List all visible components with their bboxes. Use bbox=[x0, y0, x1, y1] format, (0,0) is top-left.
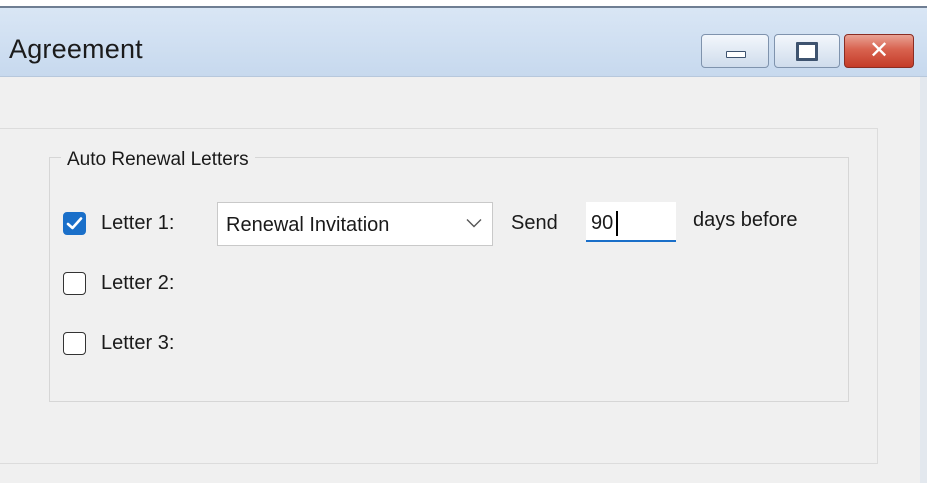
days-before-input[interactable]: 90 bbox=[586, 202, 676, 242]
letter-2-checkbox[interactable] bbox=[63, 272, 86, 295]
window-title: Agreement bbox=[9, 34, 143, 64]
send-label: Send bbox=[511, 212, 558, 234]
letter-3-label: Letter 3: bbox=[101, 332, 175, 354]
window-top-edge bbox=[0, 0, 927, 8]
days-before-value: 90 bbox=[591, 212, 614, 234]
chevron-down-icon bbox=[466, 219, 482, 228]
letter-3-checkbox[interactable] bbox=[63, 332, 86, 355]
text-caret bbox=[616, 211, 618, 236]
close-button[interactable]: ✕ bbox=[844, 34, 914, 68]
groupbox-title: Auto Renewal Letters bbox=[61, 148, 255, 172]
days-before-label: days before bbox=[693, 209, 798, 231]
letter-1-label: Letter 1: bbox=[101, 212, 175, 234]
close-icon: ✕ bbox=[868, 37, 890, 64]
minimize-icon bbox=[726, 51, 746, 58]
title-bar[interactable]: Agreement ✕ bbox=[0, 8, 927, 77]
checkmark-icon bbox=[66, 217, 83, 230]
letter-1-template-value: Renewal Invitation bbox=[226, 214, 390, 236]
maximize-icon bbox=[796, 42, 818, 61]
maximize-button[interactable] bbox=[774, 34, 840, 68]
letter-1-template-select[interactable]: Renewal Invitation bbox=[217, 202, 493, 246]
window-right-edge bbox=[920, 77, 927, 483]
letter-1-checkbox[interactable] bbox=[63, 212, 86, 235]
minimize-button[interactable] bbox=[701, 34, 769, 68]
letter-2-label: Letter 2: bbox=[101, 272, 175, 294]
